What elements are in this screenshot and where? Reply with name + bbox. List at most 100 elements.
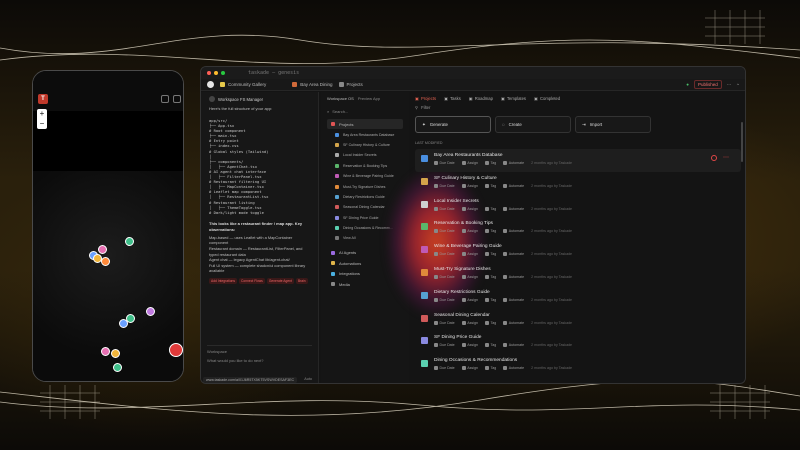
due-date-button[interactable]: Due Date <box>434 321 455 325</box>
notification-icon[interactable]: ◔ <box>736 82 739 87</box>
sidebar-item[interactable]: Projects <box>327 119 403 130</box>
tag-button[interactable]: Tag <box>484 184 496 188</box>
tab-projects[interactable]: ▣ Projects <box>415 96 436 101</box>
due-date-button[interactable]: Due Date <box>434 207 455 211</box>
assign-button[interactable]: Assign <box>461 343 478 348</box>
project-row[interactable]: Bay Area Restaurants Database Due Date Ass… <box>415 149 741 172</box>
automate-button[interactable]: Automate <box>503 321 524 325</box>
tag-button[interactable]: Tag <box>484 366 496 371</box>
due-date-button[interactable]: Due Date <box>434 161 455 166</box>
automate-button[interactable]: Automate <box>503 252 524 257</box>
tag-button[interactable]: Tag <box>484 275 496 280</box>
published-button[interactable]: Published <box>694 80 722 89</box>
due-date-button[interactable]: Due Date <box>434 252 455 257</box>
settings-icon[interactable] <box>161 95 169 103</box>
home-icon[interactable] <box>207 81 214 88</box>
tab-roadmap[interactable]: ▣ Roadmap <box>469 96 493 101</box>
scrollbar[interactable] <box>741 122 743 162</box>
generate-button[interactable]: ✦ Generate <box>415 116 491 133</box>
assign-button[interactable]: Assign <box>461 298 478 302</box>
tag-button[interactable]: Tag <box>484 252 496 257</box>
assign-button[interactable]: Assign <box>461 252 478 257</box>
due-date-button[interactable]: Due Date <box>434 343 455 348</box>
tag-button[interactable]: Tag <box>484 207 496 211</box>
more-icon[interactable]: ⋯ <box>727 82 732 88</box>
project-row[interactable]: Dietary Restrictions Guide Due Date Assign… <box>415 286 741 309</box>
assign-button[interactable]: Assign <box>461 275 478 280</box>
import-button[interactable]: ⇥ Import <box>575 116 651 133</box>
automate-button[interactable]: Automate <box>503 275 524 280</box>
tag-button[interactable]: Tag <box>484 161 496 166</box>
assign-button[interactable]: Assign <box>461 184 478 188</box>
automate-button[interactable]: Automate <box>503 298 524 302</box>
chip-generate-agent[interactable]: Generate Agent <box>266 277 294 284</box>
maximize-window-icon[interactable] <box>221 71 225 75</box>
project-icon <box>421 155 428 162</box>
assign-button[interactable]: Assign <box>461 161 478 166</box>
automate-button[interactable]: Automate <box>503 343 524 348</box>
project-row[interactable]: Local Insider Secrets Due Date Assign Tag Au… <box>415 195 741 218</box>
menu-icon[interactable] <box>173 95 181 103</box>
map-pin[interactable] <box>113 363 122 372</box>
project-row[interactable]: Seasonal Dining Calendar Due Date Assign Ta… <box>415 309 741 332</box>
preview-app-tab[interactable]: Preview App <box>358 96 380 101</box>
project-row[interactable]: SF Dining Price Guide Due Date Assign Tag Au… <box>415 331 741 354</box>
map-location-pin[interactable] <box>169 343 183 357</box>
chip-connect-flows[interactable]: Connect Flows <box>239 277 265 284</box>
close-window-icon[interactable] <box>207 71 211 75</box>
project-breadcrumb[interactable]: Bay Area Dining <box>292 82 333 87</box>
map-pin[interactable] <box>98 245 107 254</box>
due-date-button[interactable]: Due Date <box>434 275 455 280</box>
nav-search[interactable]: ⌕ Search... <box>327 107 403 115</box>
status-icon[interactable] <box>711 155 717 161</box>
map-pin[interactable] <box>146 307 155 316</box>
project-row[interactable]: Dining Occasions & Recommendations Due Da… <box>415 354 741 377</box>
due-date-button[interactable]: Due Date <box>434 229 455 234</box>
automate-button[interactable]: Automate <box>503 184 524 188</box>
minimize-window-icon[interactable] <box>214 71 218 75</box>
assign-button[interactable]: Assign <box>461 366 478 371</box>
tab-completed[interactable]: ▣ Completed <box>534 96 560 101</box>
map-pin[interactable] <box>101 257 110 266</box>
more-options-icon[interactable]: ⋯ <box>723 155 729 161</box>
chat-input-area[interactable]: Workspace What would you like to do next… <box>207 345 312 371</box>
workspace-switcher[interactable]: Community Gallery <box>220 82 266 87</box>
map-pin[interactable] <box>119 319 128 328</box>
automate-button[interactable]: Automate <box>503 366 524 371</box>
projects-link[interactable]: Projects <box>338 82 363 87</box>
chat-input[interactable]: What would you like to do next? <box>207 358 312 363</box>
tag-button[interactable]: Tag <box>484 229 496 234</box>
chip-add-integrations[interactable]: Add Integrations <box>209 277 238 284</box>
mode-selector[interactable]: Auto <box>304 377 312 381</box>
plus-icon: ◌ <box>502 122 505 127</box>
map-pin[interactable] <box>125 237 134 246</box>
tag-button[interactable]: Tag <box>484 343 496 348</box>
automate-button[interactable]: Automate <box>503 229 524 234</box>
zoom-controls[interactable]: + − <box>37 109 47 129</box>
search-input[interactable]: Search... <box>332 109 348 114</box>
due-date-button[interactable]: Due Date <box>434 184 455 188</box>
assign-button[interactable]: Assign <box>461 207 478 211</box>
project-row[interactable]: Reservation & Booking Tips Due Date Assign… <box>415 217 741 240</box>
project-row[interactable]: Must-Try Signature Dishes Due Date Assign T… <box>415 263 741 286</box>
automate-button[interactable]: Automate <box>503 161 524 166</box>
chip-brain[interactable]: Brain <box>295 277 308 284</box>
create-button[interactable]: ◌ Create <box>495 116 571 133</box>
automate-button[interactable]: Automate <box>503 207 524 211</box>
filter-button[interactable]: ⚲ Filter <box>415 105 741 110</box>
due-date-button[interactable]: Due Date <box>434 366 455 371</box>
tag-button[interactable]: Tag <box>484 298 496 302</box>
project-row[interactable]: SF Culinary History & Culture Due Date Ass… <box>415 172 741 195</box>
tag-button[interactable]: Tag <box>484 321 496 325</box>
tag-icon <box>484 229 489 234</box>
tab-templates[interactable]: ▣ Templates <box>501 96 526 101</box>
due-date-button[interactable]: Due Date <box>434 298 455 302</box>
assign-button[interactable]: Assign <box>461 229 478 234</box>
project-row[interactable]: Wine & Beverage Pairing Guide Due Date Ass… <box>415 240 741 263</box>
assign-button[interactable]: Assign <box>461 321 478 325</box>
map-pin[interactable] <box>101 347 110 356</box>
sidebar-item[interactable]: Bay Area Restaurants Database <box>327 129 403 139</box>
map-pin[interactable] <box>111 349 120 358</box>
tab-tasks[interactable]: ▣ Tasks <box>444 96 461 101</box>
workspace-os-tab[interactable]: Workspace OS <box>327 96 354 101</box>
